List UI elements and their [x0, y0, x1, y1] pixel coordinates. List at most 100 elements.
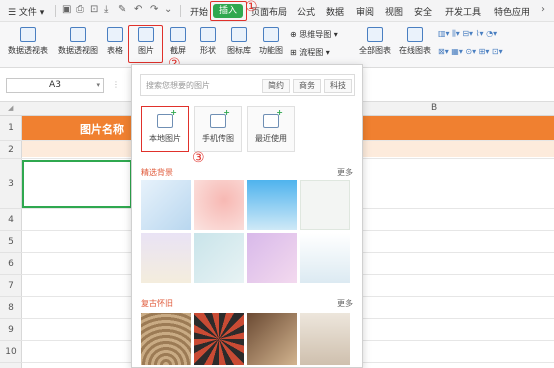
file-menu[interactable]: ☰ 文件 ▾: [8, 5, 44, 18]
column-header-b[interactable]: B: [431, 103, 437, 113]
phone-picture-button[interactable]: 手机传图: [194, 106, 242, 152]
retro-thumbnail[interactable]: [141, 313, 191, 365]
row-header[interactable]: 2: [0, 141, 22, 159]
tab-data[interactable]: 数据: [326, 5, 344, 18]
row-header[interactable]: 3: [0, 159, 22, 209]
chip-tech[interactable]: 科技: [324, 79, 352, 93]
online-charts-button[interactable]: 在线图表: [396, 25, 434, 65]
shapes-label: 形状: [200, 46, 216, 55]
pivot-chart-icon: [70, 27, 86, 42]
all-charts-button[interactable]: 全部图表: [356, 25, 394, 65]
retro-thumbnail[interactable]: [247, 313, 297, 365]
screenshot-icon: [170, 27, 186, 42]
background-thumbnail[interactable]: [247, 233, 297, 283]
mind-map-button[interactable]: ⊕ 思维导图 ▾: [290, 29, 338, 40]
chart-type-row-1[interactable]: ▥▾ ⫼▾ ⊟▾ ⌇▾ ◔▾: [438, 29, 497, 39]
pivot-table-label: 数据透视表: [8, 46, 48, 55]
row-header[interactable]: 1: [0, 116, 22, 141]
retro-thumbnail[interactable]: [300, 313, 350, 365]
tab-review[interactable]: 审阅: [356, 5, 374, 18]
tab-formulas[interactable]: 公式: [297, 5, 315, 18]
table-button[interactable]: 表格: [103, 25, 127, 65]
background-thumbnail[interactable]: [300, 233, 350, 283]
retro-thumbnail[interactable]: [194, 313, 244, 365]
more-icon[interactable]: ⌄: [164, 4, 172, 15]
tab-home[interactable]: 开始: [190, 5, 208, 18]
recent-picture-button[interactable]: 最近使用: [247, 106, 295, 152]
background-thumbnail[interactable]: [300, 180, 350, 230]
function-chart-label: 功能图: [259, 46, 283, 55]
pivot-table-button[interactable]: 数据透视表: [4, 25, 52, 65]
save-icon[interactable]: ▣: [62, 4, 71, 15]
icon-library-button[interactable]: 图标库: [224, 25, 254, 65]
highlight-picture-button: [128, 25, 163, 63]
table-icon: [107, 27, 123, 42]
search-placeholder: 搜索您想要的图片: [146, 81, 210, 90]
online-charts-label: 在线图表: [399, 46, 431, 55]
row-header-bar: 1 2 3 4 5 6 7 8 9 10: [0, 116, 22, 368]
print-icon[interactable]: ⎙: [76, 4, 84, 15]
picture-search-box[interactable]: 搜索您想要的图片 简约 商务 科技: [140, 74, 355, 96]
chip-simple[interactable]: 简约: [262, 79, 290, 93]
function-chart-icon: [263, 27, 279, 42]
export-icon[interactable]: ⤓: [104, 4, 108, 15]
function-chart-button[interactable]: 功能图: [256, 25, 286, 65]
tab-view[interactable]: 视图: [385, 5, 403, 18]
icon-library-label: 图标库: [227, 46, 251, 55]
divider: [55, 5, 56, 17]
local-picture-button[interactable]: 本地图片: [141, 106, 189, 152]
row-header[interactable]: 4: [0, 209, 22, 231]
title-cell[interactable]: 图片名称: [80, 121, 124, 137]
step-1-marker: ①: [245, 0, 258, 15]
mind-map-label: 思维导图: [299, 30, 332, 39]
row-header[interactable]: 5: [0, 231, 22, 253]
local-picture-icon: [157, 108, 177, 128]
icon-library-icon: [231, 27, 247, 42]
tab-security[interactable]: 安全: [414, 5, 432, 18]
pivot-chart-button[interactable]: 数据透视图: [54, 25, 102, 65]
row-header[interactable]: 9: [0, 319, 22, 341]
phone-picture-icon: [210, 108, 230, 128]
shapes-icon: [200, 27, 216, 42]
select-all-corner[interactable]: ◢: [8, 104, 13, 112]
highlight-insert-tab: [210, 1, 247, 21]
flowchart-label: 流程图: [299, 48, 324, 57]
background-thumbnail[interactable]: [194, 180, 244, 230]
picture-dropdown-panel: 搜索您想要的图片 简约 商务 科技 本地图片 手机传图 最近使用 精选背景 更多…: [131, 64, 363, 368]
print-preview-icon[interactable]: ⊡: [90, 4, 98, 15]
selected-cell-a3[interactable]: [22, 160, 132, 208]
row-header[interactable]: 10: [0, 341, 22, 363]
redo-icon[interactable]: ↷: [150, 4, 158, 15]
collapse-handle[interactable]: ⋮: [112, 80, 120, 89]
menu-bar: ☰ 文件 ▾ ▣ ⎙ ⊡ ⤓ ✎ ↶ ↷ ⌄ 开始 插入 页面布局 公式 数据 …: [0, 0, 554, 22]
row-header[interactable]: 8: [0, 297, 22, 319]
more-link-backgrounds[interactable]: 更多: [337, 167, 353, 178]
background-thumbnail[interactable]: [247, 180, 297, 230]
more-link-retro[interactable]: 更多: [337, 298, 353, 309]
flowchart-button[interactable]: ⊞ 流程图 ▾: [290, 47, 330, 58]
background-thumbnail[interactable]: [194, 233, 244, 283]
chart-type-row-2[interactable]: ⊠▾ ▦▾ ⊙▾ ⊞▾ ⊡▾: [438, 47, 503, 56]
pivot-chart-label: 数据透视图: [58, 46, 98, 55]
recent-picture-label: 最近使用: [255, 134, 287, 143]
background-thumbnail[interactable]: [141, 233, 191, 283]
chevron-down-icon[interactable]: ▾: [96, 79, 100, 92]
row-header[interactable]: 6: [0, 253, 22, 275]
name-box[interactable]: A3 ▾: [6, 78, 104, 93]
online-charts-icon: [407, 27, 423, 42]
undo-icon[interactable]: ↶: [134, 4, 142, 15]
format-painter-icon[interactable]: ✎: [118, 4, 126, 15]
step-3-marker: ③: [192, 150, 205, 166]
section-title-backgrounds: 精选背景: [141, 168, 173, 177]
tab-features[interactable]: 特色应用: [494, 5, 530, 18]
local-picture-label: 本地图片: [149, 134, 181, 143]
chip-business[interactable]: 商务: [293, 79, 321, 93]
tab-developer[interactable]: 开发工具: [445, 5, 481, 18]
table-label: 表格: [107, 46, 123, 55]
row-header[interactable]: 7: [0, 275, 22, 297]
background-thumbnail[interactable]: [141, 180, 191, 230]
shapes-button[interactable]: 形状: [194, 25, 222, 65]
more-tabs-icon[interactable]: ›: [541, 4, 545, 15]
section-title-retro: 复古怀旧: [141, 299, 173, 308]
recent-picture-icon: [263, 108, 283, 128]
